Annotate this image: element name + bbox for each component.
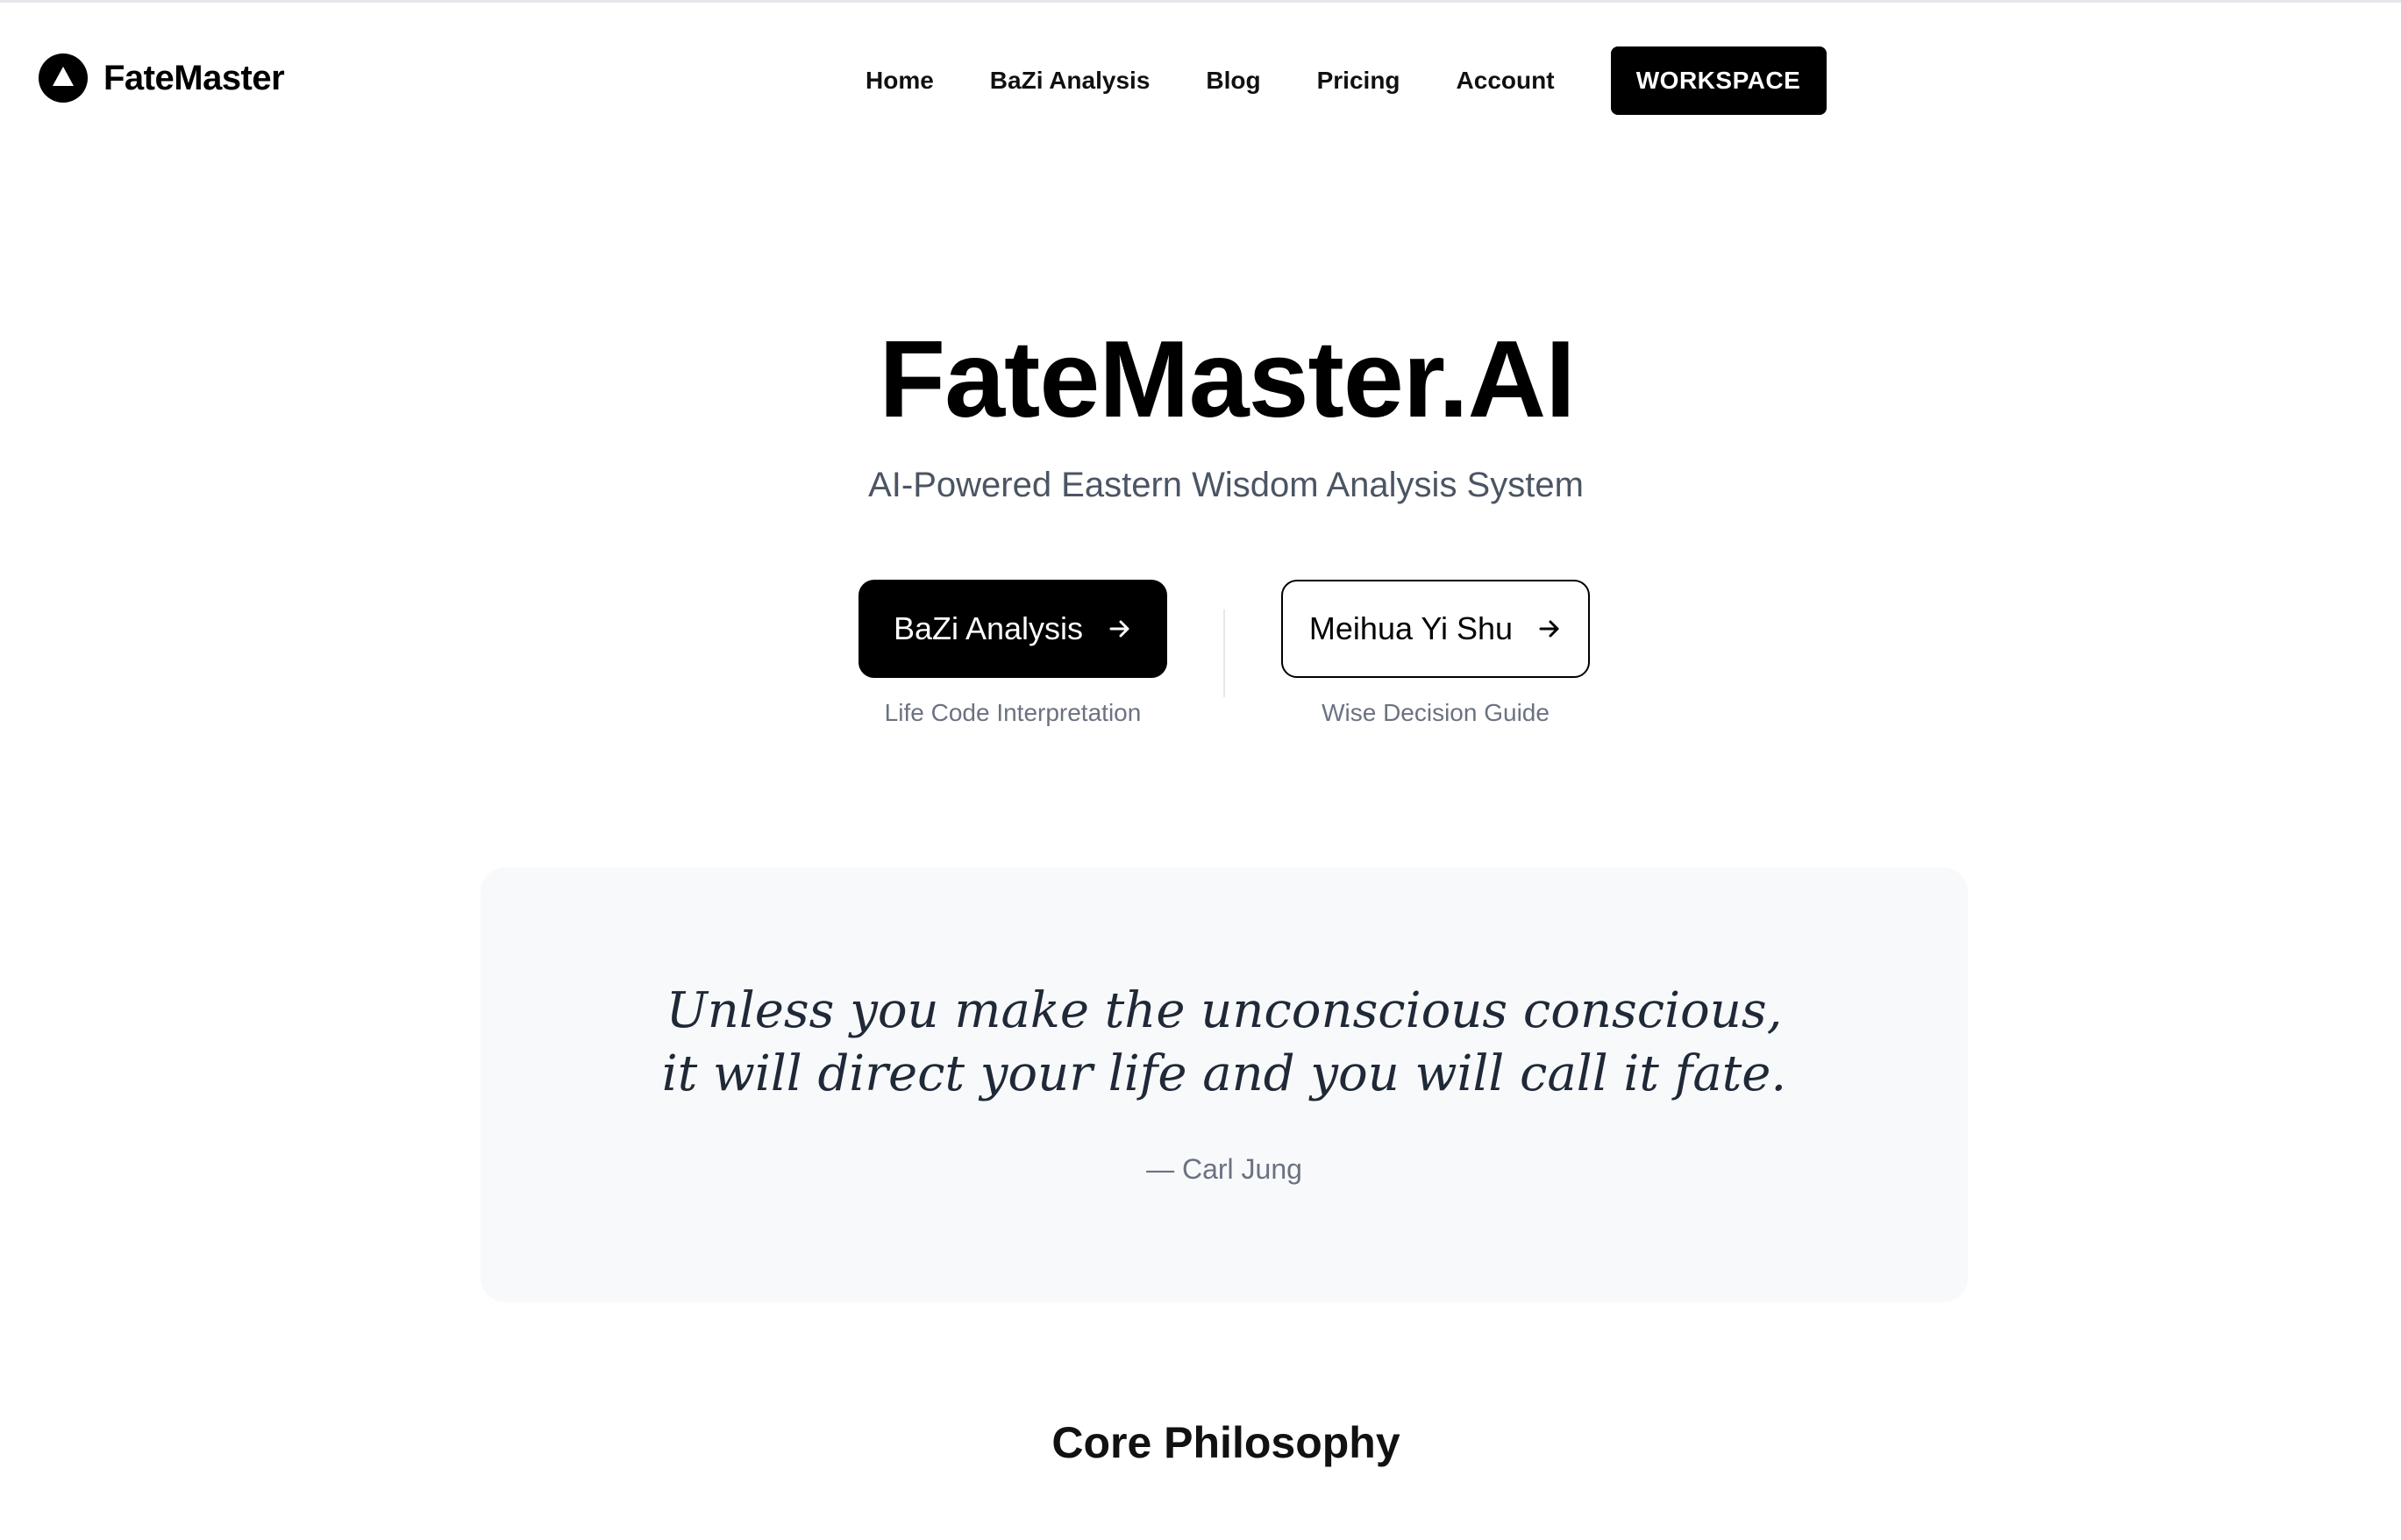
hero-subtitle: AI-Powered Eastern Wisdom Analysis Syste… — [868, 466, 1584, 504]
nav-account[interactable]: Account — [1457, 67, 1555, 95]
bazi-analysis-button[interactable]: BaZi Analysis — [859, 580, 1167, 678]
main-nav: Home BaZi Analysis Blog Pricing Account … — [866, 46, 1827, 115]
meihua-yi-shu-button-label: Meihua Yi Shu — [1308, 610, 1514, 646]
quote-text: Unless you make the unconscious consciou… — [661, 982, 1787, 1102]
nav-blog[interactable]: Blog — [1206, 67, 1260, 95]
bazi-cta-group: BaZi Analysis Life Code Interpretation — [859, 580, 1167, 731]
bazi-cta-caption: Life Code Interpretation — [884, 699, 1142, 726]
meihua-cta-group: Meihua Yi Shu Wise Decision Guide — [1281, 580, 1590, 731]
arrow-right-icon — [1539, 620, 1559, 638]
core-philosophy-title: Core Philosophy — [1051, 1418, 1400, 1467]
workspace-button[interactable]: WORKSPACE — [1610, 46, 1827, 115]
nav-pricing[interactable]: Pricing — [1317, 67, 1400, 95]
cta-divider — [1223, 610, 1225, 697]
nav-home[interactable]: Home — [866, 67, 934, 95]
nav-bazi-analysis[interactable]: BaZi Analysis — [990, 67, 1151, 95]
triangle-in-circle-icon — [39, 53, 88, 103]
quote-card: Unless you make the unconscious consciou… — [481, 867, 1968, 1302]
bazi-analysis-button-label: BaZi Analysis — [893, 610, 1084, 646]
quote-author: — Carl Jung — [1146, 1153, 1302, 1185]
logo-text: FateMaster — [103, 58, 285, 97]
arrow-right-icon — [1109, 620, 1129, 638]
meihua-yi-shu-button[interactable]: Meihua Yi Shu — [1281, 580, 1590, 678]
site-header: FateMaster Home BaZi Analysis Blog Prici… — [0, 3, 2401, 157]
page: FateMaster Home BaZi Analysis Blog Prici… — [0, 0, 2401, 1540]
hero-title: FateMaster.AI — [879, 319, 1575, 440]
meihua-cta-caption: Wise Decision Guide — [1322, 699, 1550, 726]
logo-link[interactable]: FateMaster — [39, 53, 285, 103]
